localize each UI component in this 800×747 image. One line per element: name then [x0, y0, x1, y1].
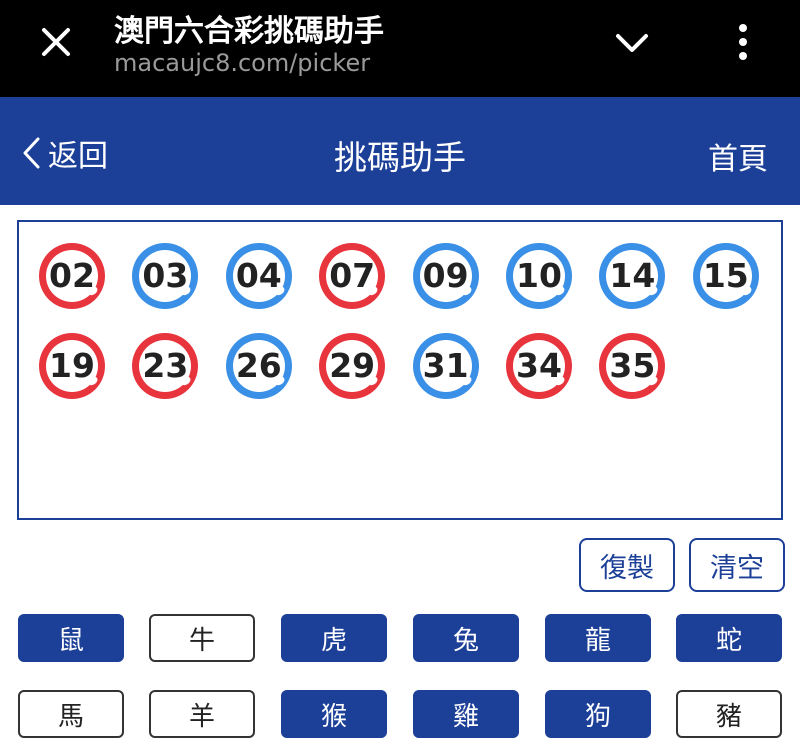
zodiac-button[interactable]: 狗: [545, 690, 651, 738]
number-ball[interactable]: 04: [223, 240, 295, 312]
ball-number: 10: [516, 256, 562, 295]
clear-button[interactable]: 清空: [689, 538, 785, 592]
ball-number: 04: [235, 256, 282, 295]
selected-numbers-panel: 02 03 04 07 09 10 14 15 19 23 26 29 31 34 35: [17, 220, 783, 520]
zodiac-button[interactable]: 鼠: [18, 614, 124, 662]
browser-url[interactable]: macaujc8.com/picker: [114, 49, 370, 77]
ball-number: 31: [422, 346, 469, 385]
number-ball[interactable]: 10: [503, 240, 575, 312]
close-icon[interactable]: [36, 22, 76, 62]
number-ball[interactable]: 03: [129, 240, 201, 312]
zodiac-button[interactable]: 雞: [413, 690, 519, 738]
ball-number: 15: [702, 256, 749, 295]
number-ball[interactable]: 07: [316, 240, 388, 312]
ball-number: 07: [329, 256, 376, 295]
number-ball[interactable]: 19: [36, 330, 108, 402]
more-vert-icon[interactable]: [730, 20, 756, 64]
ball-number: 02: [49, 256, 95, 295]
zodiac-button[interactable]: 龍: [545, 614, 651, 662]
zodiac-button[interactable]: 蛇: [676, 614, 782, 662]
number-ball[interactable]: 02: [36, 240, 108, 312]
zodiac-button[interactable]: 馬: [18, 690, 124, 738]
ball-number: 09: [422, 256, 469, 295]
ball-number: 23: [142, 346, 189, 385]
zodiac-button[interactable]: 猴: [281, 690, 387, 738]
ball-number: 35: [609, 346, 656, 385]
zodiac-button[interactable]: 虎: [281, 614, 387, 662]
number-ball[interactable]: 09: [410, 240, 482, 312]
browser-page-title: 澳門六合彩挑碼助手: [114, 14, 384, 49]
number-ball[interactable]: 15: [690, 240, 762, 312]
ball-number: 34: [516, 346, 562, 385]
number-ball[interactable]: 26: [223, 330, 295, 402]
ball-number: 19: [49, 346, 95, 385]
back-button[interactable]: 返回: [20, 133, 108, 174]
zodiac-button[interactable]: 牛: [149, 614, 255, 662]
zodiac-button[interactable]: 豬: [676, 690, 782, 738]
number-ball[interactable]: 34: [503, 330, 575, 402]
ball-number: 26: [235, 346, 282, 385]
browser-toolbar: 澳門六合彩挑碼助手 macaujc8.com/picker: [0, 0, 800, 97]
zodiac-button[interactable]: 羊: [149, 690, 255, 738]
chevron-down-icon[interactable]: [612, 26, 652, 60]
app-header: 返回 挑碼助手 首頁: [0, 97, 800, 205]
number-ball[interactable]: 29: [316, 330, 388, 402]
ball-number: 03: [142, 256, 189, 295]
chevron-left-icon: [23, 137, 40, 169]
ball-number: 29: [329, 346, 376, 385]
copy-button[interactable]: 復製: [579, 538, 675, 592]
back-label: 返回: [48, 139, 108, 174]
page-title: 挑碼助手: [334, 138, 466, 177]
ball-number: 14: [609, 256, 656, 295]
number-ball[interactable]: 35: [596, 330, 668, 402]
number-ball[interactable]: 14: [596, 240, 668, 312]
zodiac-button[interactable]: 兔: [413, 614, 519, 662]
number-ball[interactable]: 31: [410, 330, 482, 402]
number-ball[interactable]: 23: [129, 330, 201, 402]
home-link[interactable]: 首頁: [708, 134, 768, 178]
